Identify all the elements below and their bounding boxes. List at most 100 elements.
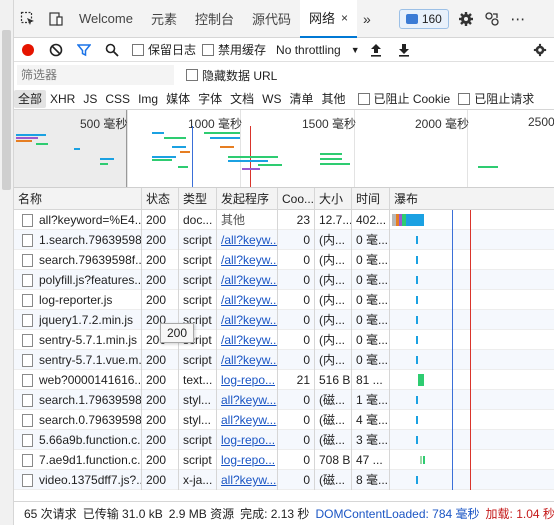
import-button[interactable] — [362, 38, 390, 62]
name-cell[interactable]: sentry-5.7.1.min.js — [14, 330, 142, 350]
table-row[interactable]: jquery1.7.2.min.js 200 script/all?keyw... 0… — [14, 310, 554, 330]
name-cell[interactable]: polyfill.js?features... — [14, 270, 142, 290]
type-filter-10[interactable]: 其他 — [317, 90, 349, 108]
type-filter-6[interactable]: 字体 — [194, 90, 226, 108]
name-cell[interactable]: search.0.79639598... — [14, 410, 142, 430]
type-filter-0[interactable]: 全部 — [14, 89, 47, 108]
name-cell[interactable]: all?keyword=%E4... — [14, 210, 142, 230]
table-row[interactable]: 5.66a9b.function.c... 200 script log-repo..… — [14, 430, 554, 450]
more-tabs-button[interactable]: » — [357, 11, 377, 27]
throttling-select[interactable]: No throttling ▼ — [276, 43, 360, 57]
initiator-cell[interactable]: /all?keyw... — [217, 330, 278, 350]
initiator-cell[interactable]: /all?keyw... — [217, 310, 278, 330]
tab-list: Welcome 元素 控制台 源代码 网络 × — [70, 0, 358, 38]
column-name[interactable]: 名称 — [14, 188, 142, 210]
table-row[interactable]: all?keyword=%E4... 200 doc... 其他 23 12.7... 40… — [14, 210, 554, 230]
preserve-log-checkbox[interactable]: 保留日志 — [132, 41, 196, 58]
table-row[interactable]: search.0.79639598... 200 styl... all?keyw..… — [14, 410, 554, 430]
table-row[interactable]: search.79639598f... 200 script/all?keyw...… — [14, 250, 554, 270]
clear-button[interactable] — [42, 38, 70, 62]
name-cell[interactable]: search.79639598f... — [14, 250, 142, 270]
tab-4[interactable]: 网络 × — [300, 0, 358, 38]
type-filter-8[interactable]: WS — [258, 90, 285, 108]
name-cell[interactable]: jquery1.7.2.min.js — [14, 310, 142, 330]
table-row[interactable]: log-reporter.js 200 script/all?keyw... 0 (内.… — [14, 290, 554, 310]
network-settings-button[interactable] — [526, 38, 554, 62]
column-time[interactable]: 时间 — [352, 188, 390, 210]
column-size[interactable]: 大小 — [315, 188, 352, 210]
devices-icon[interactable] — [481, 8, 503, 30]
status-cell: 200 — [142, 470, 179, 490]
tab-0[interactable]: Welcome — [70, 0, 142, 38]
tab-2[interactable]: 控制台 — [186, 0, 243, 38]
table-row[interactable]: sentry-5.7.1.vue.m... 200 script/all?keyw.… — [14, 350, 554, 370]
resource-size: 2.9 MB 资源 — [168, 507, 235, 521]
dom-content-loaded-line — [452, 370, 453, 390]
column-type[interactable]: 类型 — [179, 188, 217, 210]
type-filter-1[interactable]: XHR — [46, 90, 79, 108]
table-row[interactable]: polyfill.js?features... 200 script/all?key… — [14, 270, 554, 290]
gear-icon[interactable] — [455, 8, 477, 30]
table-row[interactable]: sentry-5.7.1.min.js 200 script/all?keyw...… — [14, 330, 554, 350]
type-filter-2[interactable]: JS — [79, 90, 101, 108]
filter-input[interactable] — [17, 65, 174, 85]
hide-data-url-checkbox[interactable]: 隐藏数据 URL — [186, 67, 277, 84]
load-line — [470, 250, 471, 270]
dom-content-loaded-line — [452, 310, 453, 330]
export-button[interactable] — [390, 38, 418, 62]
name-cell[interactable]: sentry-5.7.1.vue.m... — [14, 350, 142, 370]
initiator-cell[interactable]: all?keyw... — [217, 410, 278, 430]
type-filter-4[interactable]: Img — [134, 90, 162, 108]
record-button[interactable] — [14, 38, 42, 62]
name-cell[interactable]: search.1.79639598... — [14, 390, 142, 410]
more-menu-icon[interactable]: ⋯ — [507, 8, 529, 30]
search-button[interactable] — [98, 38, 126, 62]
filter-button[interactable] — [70, 38, 98, 62]
time-cell: 47 ... — [352, 450, 390, 470]
column-initiator[interactable]: 发起程序 — [217, 188, 278, 210]
type-filter-5[interactable]: 媒体 — [162, 90, 194, 108]
tab-1[interactable]: 元素 — [142, 0, 186, 38]
blocked-cookie-checkbox[interactable]: 已阻止 Cookie — [357, 90, 450, 107]
file-icon — [22, 213, 33, 227]
initiator-cell[interactable]: log-repo... — [217, 430, 278, 450]
table-row[interactable]: web?0000141616... 200 text... log-repo... 21… — [14, 370, 554, 390]
type-filter-9[interactable]: 清单 — [285, 90, 317, 108]
initiator-cell[interactable]: /all?keyw... — [217, 270, 278, 290]
left-scroll-gutter[interactable] — [0, 0, 14, 525]
table-row[interactable]: 7.ae9d1.function.c... 200 script log-repo..… — [14, 450, 554, 470]
name-cell[interactable]: 7.ae9d1.function.c... — [14, 450, 142, 470]
name-cell[interactable]: web?0000141616... — [14, 370, 142, 390]
timeline-overview[interactable]: 500 毫秒 1000 毫秒 1500 毫秒 2000 毫秒 2500 — [14, 110, 554, 188]
preserve-log-label: 保留日志 — [148, 43, 197, 57]
name-cell[interactable]: log-reporter.js — [14, 290, 142, 310]
column-status[interactable]: 状态 — [142, 188, 179, 210]
name-cell[interactable]: video.1375dff7.js?... — [14, 470, 142, 490]
column-cookies[interactable]: Coo... — [278, 188, 315, 210]
scrollbar-thumb[interactable] — [2, 30, 11, 190]
column-waterfall[interactable]: 瀑布 — [390, 188, 534, 210]
initiator-cell[interactable]: /all?keyw... — [217, 250, 278, 270]
name-cell[interactable]: 1.search.79639598... — [14, 230, 142, 250]
disable-cache-checkbox[interactable]: 禁用缓存 — [202, 41, 266, 58]
issues-badge[interactable]: 160 — [398, 8, 449, 29]
initiator-cell[interactable]: /all?keyw... — [217, 350, 278, 370]
tab-3[interactable]: 源代码 — [243, 0, 300, 38]
inspect-icon[interactable] — [14, 0, 42, 38]
blocked-request-checkbox[interactable]: 已阻止请求 — [458, 90, 534, 107]
table-row[interactable]: search.1.79639598... 200 styl... all?keyw..… — [14, 390, 554, 410]
close-tab-icon[interactable]: × — [341, 11, 348, 25]
initiator-cell[interactable]: all?keyw... — [217, 390, 278, 410]
name-cell[interactable]: 5.66a9b.function.c... — [14, 430, 142, 450]
device-icon[interactable] — [42, 0, 70, 38]
type-filter-7[interactable]: 文档 — [226, 90, 258, 108]
table-row[interactable]: 1.search.79639598... 200 script/all?keyw..… — [14, 230, 554, 250]
type-filter-3[interactable]: CSS — [101, 90, 134, 108]
file-icon — [22, 373, 33, 387]
initiator-cell[interactable]: log-repo... — [217, 450, 278, 470]
initiator-cell[interactable]: log-repo... — [217, 370, 278, 390]
initiator-cell[interactable]: /all?keyw... — [217, 230, 278, 250]
initiator-cell[interactable]: /all?keyw... — [217, 290, 278, 310]
table-row[interactable]: video.1375dff7.js?... 200 x-ja... all?keyw.… — [14, 470, 554, 490]
initiator-cell[interactable]: all?keyw... — [217, 470, 278, 490]
